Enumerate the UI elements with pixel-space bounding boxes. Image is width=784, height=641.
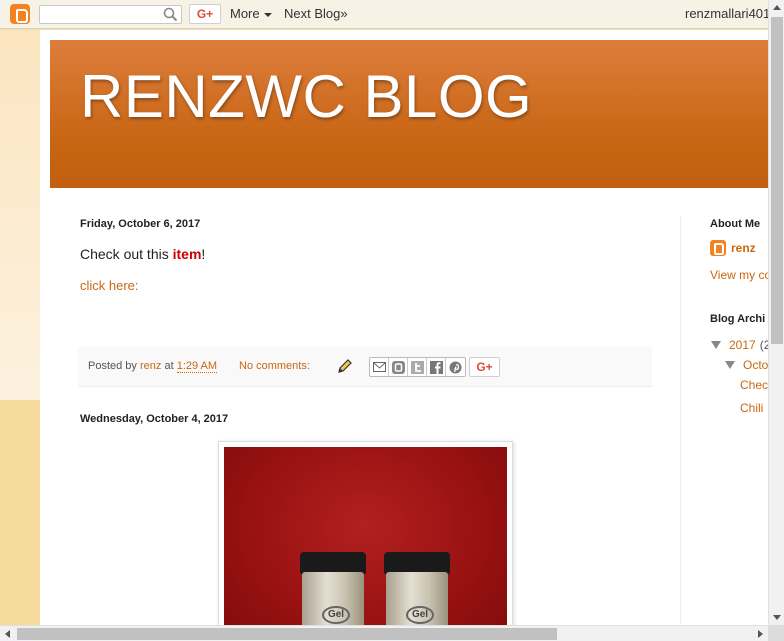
click-here-link[interactable]: click here:	[80, 278, 139, 293]
jar-label: Gel	[322, 606, 350, 624]
post-date: Friday, October 6, 2017	[80, 218, 201, 230]
search-icon[interactable]	[163, 7, 178, 25]
blogthis-share-icon[interactable]	[389, 358, 408, 376]
page-background-left-lower	[0, 400, 40, 625]
email-share-icon[interactable]	[370, 358, 389, 376]
next-blog-link[interactable]: Next Blog»	[284, 6, 348, 21]
product-photo[interactable]: Gel Gel	[224, 447, 507, 625]
collapse-triangle-icon[interactable]	[725, 361, 735, 369]
blog-archive-heading: Blog Archi	[710, 313, 766, 325]
scroll-up-arrow-icon[interactable]	[773, 5, 781, 10]
caret-down-icon	[263, 12, 272, 17]
comments-link[interactable]: No comments:	[239, 360, 310, 372]
search-box[interactable]	[39, 5, 182, 24]
user-account[interactable]: renzmallari401	[685, 6, 770, 21]
posted-by-label: Posted by	[88, 360, 137, 372]
horizontal-scrollbar[interactable]	[0, 625, 768, 641]
post-text-suffix: !	[201, 246, 206, 262]
pinterest-share-icon[interactable]	[446, 358, 465, 376]
scroll-left-arrow-icon[interactable]	[5, 630, 10, 638]
item-link[interactable]: item	[173, 246, 202, 262]
post-byline: Posted by renz at 1:29 AM	[88, 360, 218, 373]
archive-month[interactable]: Octo	[743, 358, 768, 372]
about-me-heading: About Me	[710, 218, 761, 230]
jar-image: Gel	[384, 552, 450, 625]
blogger-profile-icon	[710, 240, 726, 256]
profile-name: renz	[731, 241, 756, 255]
horizontal-scroll-thumb[interactable]	[17, 628, 557, 640]
sidebar-divider	[680, 216, 681, 625]
post-text: Check out this	[80, 246, 173, 262]
collapse-triangle-icon[interactable]	[711, 341, 721, 349]
jar-image: Gel	[300, 552, 366, 625]
post-time-link[interactable]: 1:29 AM	[176, 360, 218, 373]
twitter-share-icon[interactable]	[408, 358, 427, 376]
post-image-frame: Gel Gel	[218, 441, 513, 625]
post-footer: Posted by renz at 1:29 AM No comments: G…	[78, 347, 652, 387]
blog-content: RENZWC BLOG Friday, October 6, 2017 Chec…	[40, 30, 768, 625]
blog-header: RENZWC BLOG	[50, 40, 768, 188]
blogger-navbar: G+ More Next Blog» renzmallari401	[0, 0, 770, 29]
facebook-share-icon[interactable]	[427, 358, 446, 376]
scrollbar-corner	[768, 625, 784, 641]
share-buttons	[369, 357, 466, 377]
archive-year[interactable]: 2017	[729, 338, 756, 352]
at-label: at	[164, 360, 174, 372]
gplus-share-button[interactable]: G+	[189, 4, 221, 24]
gplus-post-share-button[interactable]: G+	[469, 357, 500, 377]
search-input[interactable]	[40, 6, 160, 23]
scroll-down-arrow-icon[interactable]	[773, 615, 781, 620]
archive-post-link[interactable]: Chili	[740, 401, 763, 415]
blogger-logo-icon[interactable]	[10, 4, 30, 24]
archive-month-row[interactable]: Octo	[725, 358, 768, 372]
archive-post-link[interactable]: Chec	[740, 378, 768, 392]
vertical-scroll-thumb[interactable]	[771, 17, 783, 344]
archive-year-count: (2	[759, 338, 768, 352]
edit-pencil-icon[interactable]	[336, 357, 354, 378]
author-link[interactable]: renz	[140, 360, 161, 372]
blog-title[interactable]: RENZWC BLOG	[80, 62, 532, 131]
view-profile-link[interactable]: View my co	[710, 268, 768, 282]
more-label: More	[230, 6, 260, 21]
jar-label: Gel	[406, 606, 434, 624]
archive-year-row[interactable]: 2017 (2	[711, 338, 768, 352]
page-background-left	[0, 30, 40, 400]
vertical-scrollbar[interactable]	[768, 0, 784, 625]
more-menu-button[interactable]: More	[230, 6, 272, 21]
scroll-right-arrow-icon[interactable]	[758, 630, 763, 638]
profile-name-link[interactable]: renz	[710, 240, 756, 256]
post-date: Wednesday, October 4, 2017	[80, 413, 229, 425]
post-body: Check out this item!	[80, 246, 205, 262]
